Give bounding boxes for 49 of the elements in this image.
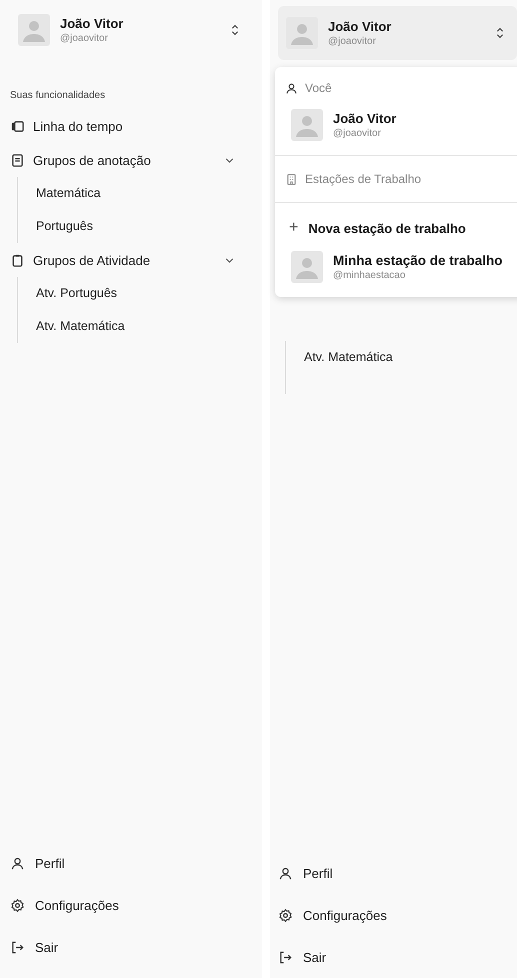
avatar-icon [291, 109, 323, 141]
section-title: Suas funcionalidades [10, 90, 106, 101]
nav-item[interactable]: Linha do tempo [10, 109, 252, 143]
account-switcher[interactable]: João Vitor @joaovitor [10, 6, 252, 54]
footer-link[interactable]: Sair [35, 940, 58, 954]
profile-icon [278, 866, 293, 880]
logout-icon [10, 940, 25, 954]
nav-subitem[interactable]: Matemática [36, 177, 252, 210]
footer-link[interactable]: Perfil [35, 856, 65, 870]
logout-icon [278, 950, 293, 964]
avatar-icon [291, 251, 323, 283]
nav-label: Grupos de anotação [33, 152, 152, 168]
nav-label: Linha do tempo [33, 118, 124, 134]
notebook-icon [10, 152, 25, 168]
avatar-icon [18, 14, 50, 46]
nav-subitem[interactable]: Português [36, 210, 252, 243]
user-handle: @minhaestacao [333, 270, 406, 281]
building-icon [285, 172, 298, 186]
nav-subitem[interactable]: Atv. Português [36, 277, 252, 310]
user-handle: @joaovitor [60, 33, 109, 44]
plus-icon: + [289, 219, 298, 237]
nav-item[interactable]: Grupos de Atividade [10, 243, 252, 277]
menu-heading: Você [305, 81, 332, 95]
clipboard-icon [10, 252, 25, 268]
avatar-icon [286, 17, 318, 49]
user-name: Minha estação de trabalho [333, 253, 503, 268]
new-workspace-link[interactable]: Nova estação de trabalho [308, 220, 466, 236]
nav-item[interactable]: Grupos de anotação [10, 143, 252, 177]
user-name: João Vitor [60, 16, 124, 31]
footer-link[interactable]: Perfil [303, 866, 333, 880]
panel-icon [10, 118, 25, 134]
menu-heading: Estações de Trabalho [305, 172, 422, 186]
profile-icon [10, 856, 25, 870]
menu-item[interactable]: João Vitor @joaovitor [275, 103, 517, 147]
nav-subitem[interactable]: Atv. Matemática [304, 341, 517, 374]
user-name: João Vitor [333, 111, 396, 126]
footer-link[interactable]: Configurações [35, 898, 119, 912]
menu-item[interactable]: Minha estação de trabalho @minhaestacao [275, 245, 517, 289]
user-handle: @joaovitor [328, 36, 377, 47]
user-name: João Vitor [328, 19, 392, 34]
settings-icon [278, 908, 293, 922]
account-switcher[interactable]: João Vitor @joaovitor [278, 6, 517, 60]
footer-link[interactable]: Configurações [303, 908, 387, 922]
nav-label: Grupos de Atividade [33, 252, 152, 268]
person-icon [285, 82, 298, 94]
user-handle: @joaovitor [333, 128, 382, 139]
settings-icon [10, 898, 25, 912]
footer-link[interactable]: Sair [303, 950, 326, 964]
nav-subitem[interactable]: Atv. Matemática [36, 310, 252, 343]
